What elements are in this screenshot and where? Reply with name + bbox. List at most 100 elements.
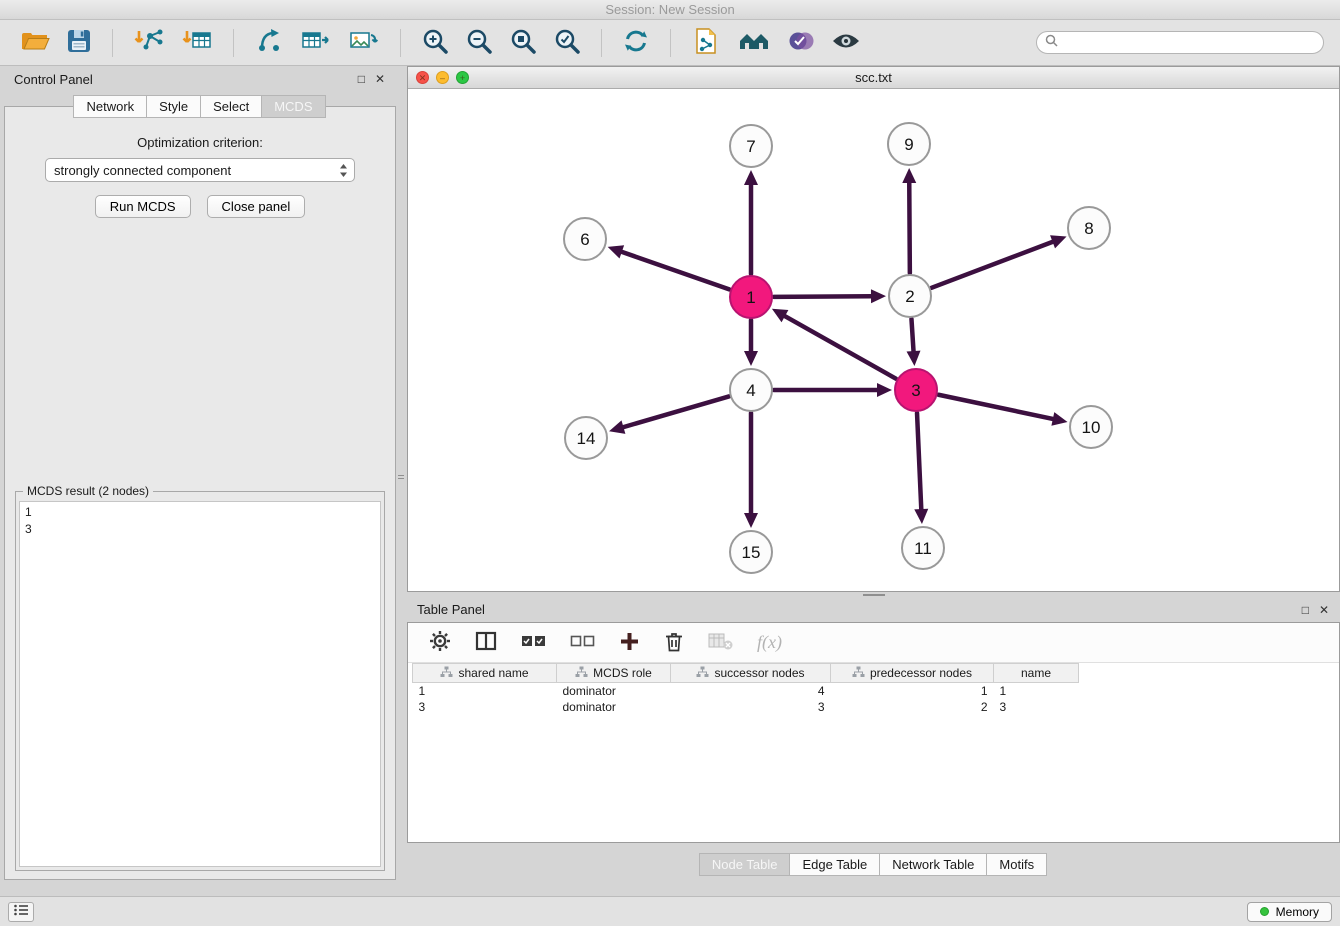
create-column-button[interactable] [614, 628, 645, 658]
export-network-button[interactable] [249, 24, 289, 61]
zoom-fit-icon [509, 27, 537, 58]
graph-edge-arrowhead [902, 168, 916, 183]
column-header-mcds-role[interactable]: MCDS role [557, 664, 671, 683]
tab-network[interactable]: Network [73, 95, 147, 118]
window-minimize-icon[interactable]: – [436, 71, 449, 84]
run-mcds-button[interactable]: Run MCDS [95, 195, 191, 218]
control-panel-body: Network Style Select MCDS Optimization c… [4, 106, 396, 880]
graph-edge-4-14[interactable] [623, 396, 728, 427]
table-panel: Table Panel □ ✕ [407, 597, 1340, 886]
graph-edge-3-1[interactable] [785, 316, 896, 379]
tab-edge-table[interactable]: Edge Table [789, 853, 880, 876]
delete-column-button[interactable] [659, 627, 689, 658]
toolbar-separator [233, 29, 234, 57]
task-history-button[interactable] [8, 902, 34, 922]
network-canvas-svg: 7968124314101511 [408, 89, 1339, 591]
cell-mcds-role[interactable]: dominator [557, 683, 671, 699]
memory-label: Memory [1276, 905, 1319, 919]
zoom-out-button[interactable] [460, 24, 498, 61]
graph-edge-arrowhead [744, 351, 758, 366]
graph-node-label-11: 11 [914, 539, 932, 558]
table-settings-button[interactable] [424, 627, 456, 658]
cell-name[interactable]: 1 [994, 683, 1079, 699]
column-header-successor-nodes[interactable]: successor nodes [671, 664, 831, 683]
graph-edge-1-2[interactable] [774, 296, 871, 297]
splitter-handle-icon [863, 594, 885, 596]
apply-layout-button[interactable] [617, 24, 655, 61]
memory-button[interactable]: Memory [1247, 902, 1332, 922]
open-session-button[interactable] [15, 25, 55, 60]
delete-table-button[interactable] [703, 629, 738, 656]
float-panel-icon[interactable]: □ [1301, 603, 1310, 617]
cell-shared-name[interactable]: 3 [413, 699, 557, 715]
mcds-result-line: 1 [25, 504, 375, 521]
node-table: shared name MCDS role successor nodes pr… [412, 663, 1339, 715]
zoom-selected-button[interactable] [548, 24, 586, 61]
zoom-fit-button[interactable] [504, 24, 542, 61]
select-all-columns-button[interactable] [516, 630, 551, 655]
graph-edge-arrowhead [914, 509, 928, 524]
tab-motifs[interactable]: Motifs [986, 853, 1047, 876]
graph-edge-2-8[interactable] [932, 242, 1053, 288]
search-input[interactable] [1063, 36, 1315, 50]
table-toolbar: f(x) [408, 623, 1339, 663]
tab-node-table[interactable]: Node Table [699, 853, 791, 876]
cell-predecessor-nodes[interactable]: 1 [831, 683, 994, 699]
import-table-button[interactable] [176, 24, 218, 61]
save-session-button[interactable] [61, 25, 97, 60]
import-network-button[interactable] [128, 24, 170, 61]
graph-edge-arrowhead [871, 289, 886, 303]
function-icon: f(x) [757, 632, 782, 653]
close-panel-icon[interactable]: ✕ [1318, 603, 1330, 617]
tab-style[interactable]: Style [146, 95, 201, 118]
home-button[interactable] [732, 25, 776, 60]
zoom-in-button[interactable] [416, 24, 454, 61]
export-table-button[interactable] [295, 24, 337, 61]
criterion-selected-value: strongly connected component [54, 163, 231, 178]
close-panel-button[interactable]: Close panel [207, 195, 306, 218]
tab-mcds[interactable]: MCDS [261, 95, 325, 118]
cell-successor-nodes[interactable]: 4 [671, 683, 831, 699]
network-window: ✕ – + scc.txt 7968124314101511 [407, 66, 1340, 592]
cell-predecessor-nodes[interactable]: 2 [831, 699, 994, 715]
unselect-all-columns-button[interactable] [565, 630, 600, 655]
graph-edge-2-3[interactable] [911, 319, 913, 351]
cell-shared-name[interactable]: 1 [413, 683, 557, 699]
columns-icon [475, 631, 497, 654]
show-hide-button[interactable] [826, 27, 866, 58]
network-from-selection-button[interactable] [686, 23, 726, 62]
column-header-shared-name[interactable]: shared name [413, 664, 557, 683]
graph-node-label-2: 2 [905, 287, 914, 306]
show-columns-button[interactable] [470, 628, 502, 657]
float-panel-icon[interactable]: □ [357, 72, 366, 86]
close-panel-icon[interactable]: ✕ [374, 72, 386, 86]
window-zoom-icon[interactable]: + [456, 71, 469, 84]
styles-button[interactable] [782, 25, 820, 60]
graph-edge-3-11[interactable] [917, 413, 921, 509]
function-builder-button[interactable]: f(x) [752, 629, 787, 656]
graph-edge-1-6[interactable] [622, 252, 729, 290]
network-canvas[interactable]: 7968124314101511 [408, 89, 1339, 591]
window-close-icon[interactable]: ✕ [416, 71, 429, 84]
refresh-layout-icon [622, 27, 650, 58]
network-window-title: scc.txt [855, 70, 892, 85]
tab-select[interactable]: Select [200, 95, 262, 118]
criterion-select[interactable]: strongly connected component [45, 158, 355, 182]
graph-node-label-8: 8 [1084, 219, 1093, 238]
trash-icon [664, 630, 684, 655]
search-box[interactable] [1036, 31, 1324, 54]
column-header-predecessor-nodes[interactable]: predecessor nodes [831, 664, 994, 683]
column-header-name[interactable]: name [994, 664, 1079, 683]
graph-edge-2-9[interactable] [909, 183, 910, 273]
cell-name[interactable]: 3 [994, 699, 1079, 715]
graph-edge-3-10[interactable] [939, 395, 1053, 419]
zoom-in-icon [421, 27, 449, 58]
export-image-button[interactable] [343, 24, 385, 61]
cell-successor-nodes[interactable]: 3 [671, 699, 831, 715]
tab-network-table[interactable]: Network Table [879, 853, 987, 876]
toolbar-separator [400, 29, 401, 57]
cell-mcds-role[interactable]: dominator [557, 699, 671, 715]
combo-arrows-icon [339, 163, 348, 181]
vertical-splitter[interactable] [397, 66, 406, 880]
graph-node-label-4: 4 [746, 381, 755, 400]
